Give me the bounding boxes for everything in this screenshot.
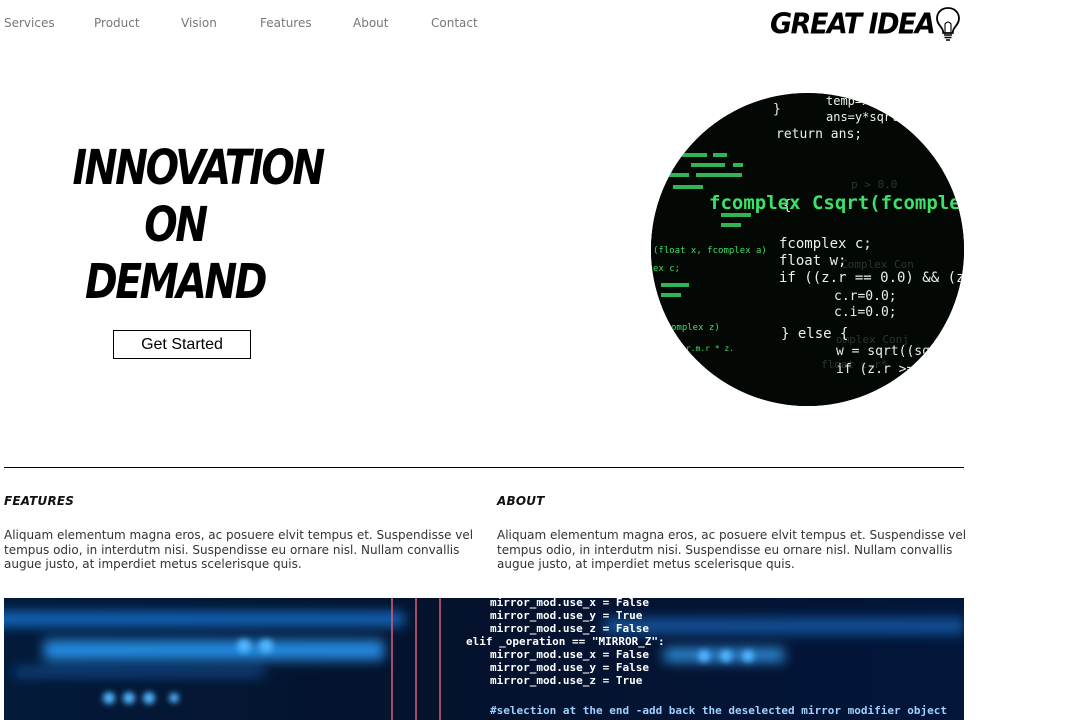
code-line: ans=y*sqrt(1.0+temp bbox=[826, 110, 963, 124]
code-screen-illustration: p > 0.0 Complex Con omplex Conj float c.… bbox=[651, 93, 964, 406]
code-banner-image: mirror_mod.use_x = False mirror_mod.use_… bbox=[4, 598, 964, 720]
code-line: } else { bbox=[781, 326, 848, 342]
nav-link-product[interactable]: Product bbox=[94, 16, 140, 30]
code-line: elif _operation == "MIRROR_Z": bbox=[466, 635, 665, 648]
nav-link-features[interactable]: Features bbox=[260, 16, 312, 30]
code-line: #selection at the end -add back the dese… bbox=[490, 704, 947, 717]
code-line: (float x, fcomplex a) bbox=[653, 246, 767, 256]
code-line: c.r=0.0; bbox=[834, 289, 897, 304]
get-started-button[interactable]: Get Started bbox=[113, 330, 251, 359]
code-line: if (z.r >= 0.0) bbox=[836, 362, 953, 377]
hero-title-line-3: DEMAND bbox=[84, 254, 268, 310]
code-line: mirror_mod.use_z = True bbox=[490, 674, 643, 687]
code-line: mirror_mod.use_y = True bbox=[490, 609, 643, 622]
code-line: temp=x/y; bbox=[826, 94, 891, 108]
about-text: Aliquam elementum magna eros, ac posuere… bbox=[497, 528, 967, 571]
code-line-highlight: fcomplex Csqrt(fcomplex z) bbox=[709, 192, 964, 214]
hero-title-line-1: INNOVATION bbox=[72, 140, 326, 196]
nav-link-contact[interactable]: Contact bbox=[431, 16, 478, 30]
lightbulb-icon bbox=[936, 7, 961, 41]
about-heading: ABOUT bbox=[497, 494, 545, 508]
svg-text:p > 0.0: p > 0.0 bbox=[851, 178, 897, 191]
code-line: } bbox=[773, 102, 781, 117]
hero-code-image: p > 0.0 Complex Con omplex Conj float c.… bbox=[651, 93, 964, 406]
nav-link-about[interactable]: About bbox=[353, 16, 388, 30]
code-line: float w; bbox=[779, 253, 846, 269]
features-heading: FEATURES bbox=[4, 494, 75, 508]
code-line: mirror_mod.use_x = False bbox=[490, 598, 649, 609]
code-line: omplex z) bbox=[671, 323, 720, 333]
section-divider bbox=[4, 467, 964, 468]
code-line: return ans; bbox=[776, 127, 862, 142]
code-line: c.i=0.0; bbox=[834, 305, 897, 320]
features-text: Aliquam elementum magna eros, ac posuere… bbox=[4, 528, 474, 571]
hero-title-line-2: ON bbox=[144, 197, 208, 253]
code-line: ex c; bbox=[653, 264, 680, 274]
code-line: mirror_mod.use_y = False bbox=[490, 661, 649, 674]
nav-link-vision[interactable]: Vision bbox=[181, 16, 217, 30]
nav-link-services[interactable]: Services bbox=[4, 16, 55, 30]
logo-text: GREAT IDEA bbox=[770, 7, 936, 41]
code-banner-illustration: mirror_mod.use_x = False mirror_mod.use_… bbox=[4, 598, 964, 720]
code-line: mirror_mod.use_x = False bbox=[490, 648, 649, 661]
code-line: fcomplex c; bbox=[779, 236, 872, 252]
code-line: mirror_mod.use_z = False bbox=[490, 622, 649, 635]
code-line: w = sqrt((sqrt(z.r bbox=[836, 344, 964, 359]
hero-title: INNOVATION ON DEMAND bbox=[72, 140, 326, 311]
code-line: =r.m.r * z. bbox=[681, 344, 734, 353]
brand-logo[interactable]: GREAT IDEA bbox=[770, 4, 970, 44]
code-line: if ((z.r == 0.0) && (z.i == 0.0)) { bbox=[779, 270, 964, 286]
